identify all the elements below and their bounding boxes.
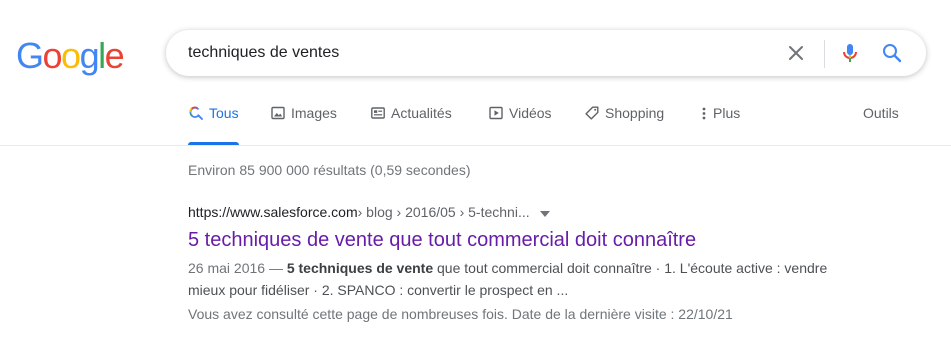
tab-videos[interactable]: Vidéos [488,104,552,138]
search-button[interactable] [880,41,904,65]
tab-label: Tous [209,105,239,121]
tools-button[interactable]: Outils [863,104,899,138]
microphone-icon [843,44,857,62]
tab-images[interactable]: Images [270,104,337,138]
tools-label: Outils [863,105,899,121]
logo-letter: o [61,35,81,76]
search-icon [883,44,902,63]
google-logo[interactable]: Google [16,34,125,78]
result-url[interactable]: https://www.salesforce.com › blog › 2016… [188,201,868,223]
url-breadcrumb: › blog › 2016/05 › 5-techni... [357,204,530,220]
tag-icon [585,106,599,120]
snippet-highlight: 5 techniques de vente [286,260,434,276]
result-title-link[interactable]: 5 techniques de vente que tout commercia… [188,227,868,253]
tab-tous[interactable]: Tous [188,104,239,145]
tab-label: Vidéos [509,105,552,121]
tab-actualites[interactable]: Actualités [370,104,452,138]
visited-note: Vous avez consulté cette page de nombreu… [188,306,733,322]
caret-down-icon [539,211,550,217]
search-input[interactable]: techniques de ventes [188,30,748,76]
tab-shopping[interactable]: Shopping [584,104,664,138]
news-icon [371,107,385,119]
result-stats: Environ 85 900 000 résultats (0,59 secon… [188,162,471,178]
tabs-divider [0,145,951,146]
logo-letter: o [42,35,63,76]
result-date: 26 mai 2016 — [188,260,287,276]
clear-button[interactable] [784,41,808,65]
divider [824,40,825,68]
search-tabs: Tous Images Actualités Vidéos Shopping P… [188,104,928,145]
logo-letter: G [16,35,44,76]
result-snippet: 26 mai 2016 — 5 techniques de vente que … [188,257,868,301]
video-icon [489,106,503,120]
search-icon [189,106,203,120]
tab-label: Actualités [391,105,452,121]
logo-letter: e [104,35,125,76]
close-icon [789,46,803,60]
image-icon [271,106,285,120]
url-host: https://www.salesforce.com [188,204,358,220]
search-box: techniques de ventes [166,30,926,76]
tab-label: Shopping [605,105,665,121]
more-vertical-icon [702,107,706,120]
tab-plus[interactable]: Plus [700,104,740,138]
tab-label: Plus [713,105,741,121]
voice-search-button[interactable] [838,41,862,65]
tab-label: Images [291,105,337,121]
result-menu-button[interactable] [539,201,550,223]
logo-letter: g [79,35,100,76]
search-result: https://www.salesforce.com › blog › 2016… [188,201,868,325]
